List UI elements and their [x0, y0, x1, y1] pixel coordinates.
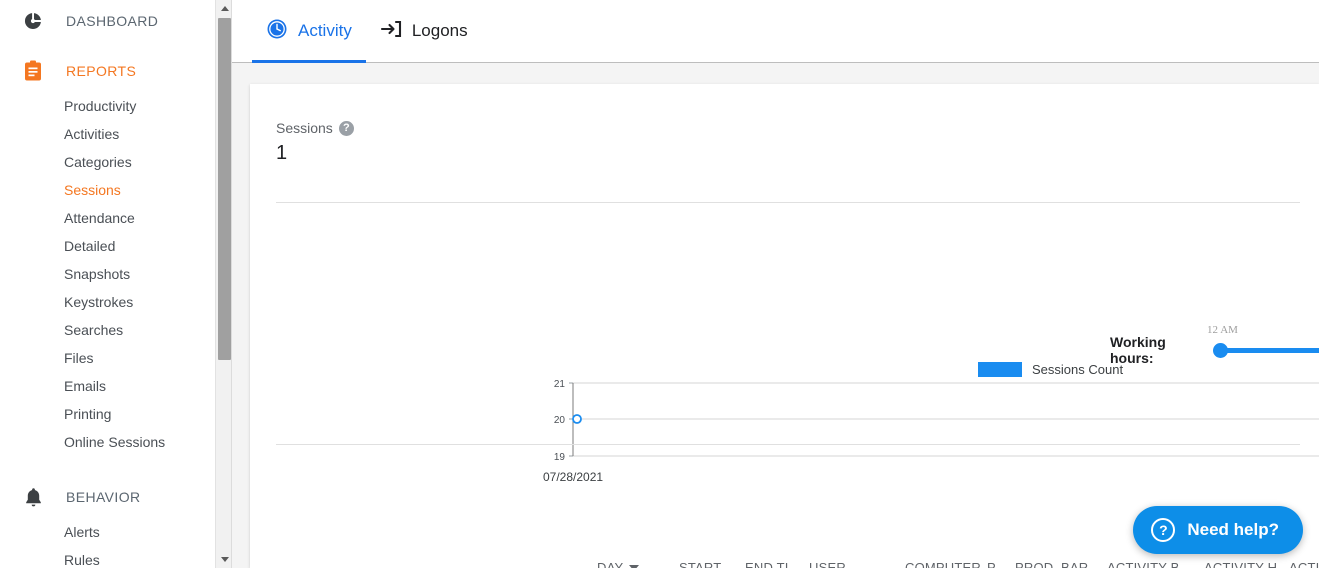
header-activity-bar[interactable]: ACTIVITY B... — [1107, 560, 1204, 568]
y-tick-19: 19 — [554, 452, 566, 463]
chevron-up-icon — [220, 6, 229, 11]
tab-activity-label: Activity — [298, 21, 352, 40]
tab-activity[interactable]: Activity — [252, 0, 366, 63]
sidebar-item-emails[interactable]: Emails — [0, 372, 232, 400]
x-axis-tick-label: 07/28/2021 — [543, 470, 604, 484]
header-day[interactable]: DAY — [597, 560, 679, 568]
y-tick-21: 21 — [554, 379, 566, 390]
sidebar-item-snapshots[interactable]: Snapshots — [0, 260, 232, 288]
clipboard-icon — [20, 60, 46, 82]
question-mark-icon[interactable]: ? — [338, 120, 354, 136]
scrollbar-down-button[interactable] — [216, 551, 232, 568]
scrollbar-up-button[interactable] — [216, 0, 232, 17]
sidebar-item-alerts[interactable]: Alerts — [0, 518, 232, 546]
header-computer[interactable]: COMPUTER — [905, 560, 987, 568]
main-content: Activity Logons Sessions ? 1 Working hou… — [232, 0, 1319, 568]
sidebar-item-files[interactable]: Files — [0, 344, 232, 372]
clock-icon — [266, 18, 288, 45]
sidebar-group-behavior-label: BEHAVIOR — [66, 489, 141, 505]
sidebar-group-dashboard-label: DASHBOARD — [66, 13, 159, 29]
header-start-time[interactable]: START... — [679, 560, 745, 568]
sessions-summary-label-row: Sessions ? — [276, 120, 1319, 136]
working-hours-control: Working hours: 12 AM 12 AM — [1110, 324, 1319, 366]
slider-handle-start[interactable] — [1213, 343, 1229, 358]
sidebar-item-online-sessions[interactable]: Online Sessions — [0, 428, 232, 456]
sidebar-item-productivity[interactable]: Productivity — [0, 92, 232, 120]
divider — [276, 444, 1300, 445]
tab-logons-label: Logons — [411, 21, 468, 40]
sidebar-item-printing[interactable]: Printing — [0, 400, 232, 428]
divider — [276, 202, 1300, 203]
sidebar-item-sessions[interactable]: Sessions — [0, 176, 232, 204]
working-hours-slider[interactable]: 12 AM 12 AM — [1207, 324, 1319, 358]
login-arrow-icon — [380, 18, 402, 45]
need-help-button[interactable]: ? Need help? — [1133, 506, 1303, 554]
sidebar-group-dashboard[interactable]: DASHBOARD — [0, 0, 232, 42]
chevron-down-icon — [220, 557, 229, 562]
scrollbar-thumb[interactable] — [218, 18, 231, 360]
table-header-row: DAY START... END TI... USER COMPUTER P..… — [543, 552, 1319, 568]
y-tick-20: 20 — [554, 415, 566, 426]
need-help-label: Need help? — [1187, 520, 1279, 539]
sessions-summary-value: 1 — [276, 142, 288, 164]
header-end-time[interactable]: END TI... — [745, 560, 809, 568]
sidebar-item-categories[interactable]: Categories — [0, 148, 232, 176]
bell-icon — [20, 487, 46, 508]
legend-label-sessions-count: Sessions Count — [1032, 362, 1124, 377]
legend-swatch-sessions-count[interactable] — [978, 362, 1022, 377]
sessions-line-chart: 21 20 19 — [543, 378, 1319, 466]
tab-logons[interactable]: Logons — [366, 0, 482, 62]
sidebar-item-rules[interactable]: Rules — [0, 546, 232, 568]
sidebar-scrollbar[interactable] — [215, 0, 232, 568]
pie-chart-icon — [20, 11, 46, 31]
sidebar-item-detailed[interactable]: Detailed — [0, 232, 232, 260]
question-circle-icon: ? — [1151, 518, 1176, 542]
header-day-label: DAY — [597, 560, 624, 568]
sidebar-item-attendance[interactable]: Attendance — [0, 204, 232, 232]
report-card: Sessions ? 1 Working hours: 12 AM 12 AM — [250, 84, 1319, 568]
slider-track — [1219, 348, 1319, 353]
working-hours-start-label: 12 AM — [1207, 324, 1238, 336]
header-prod-bar[interactable]: PROD. BAR — [1015, 560, 1107, 568]
header-activity-histogram[interactable]: ACTIVITY H... — [1204, 560, 1289, 568]
sidebar-group-behavior[interactable]: BEHAVIOR — [0, 476, 232, 518]
sidebar-group-reports[interactable]: REPORTS — [0, 50, 232, 92]
sidebar: DASHBOARD REPORTS Productivity Activitie… — [0, 0, 232, 568]
sidebar-item-activities[interactable]: Activities — [0, 120, 232, 148]
chart-legend: Sessions Count — [978, 362, 1123, 377]
sidebar-group-reports-label: REPORTS — [66, 63, 137, 79]
sidebar-item-keystrokes[interactable]: Keystrokes — [0, 288, 232, 316]
header-active-time[interactable]: ACTIVE ... — [1289, 560, 1319, 568]
sort-caret-down-icon — [629, 564, 640, 568]
sidebar-item-searches[interactable]: Searches — [0, 316, 232, 344]
working-hours-label: Working hours: — [1110, 334, 1166, 366]
sessions-table: DAY START... END TI... USER COMPUTER P..… — [543, 552, 1319, 568]
tab-bar: Activity Logons — [232, 0, 1319, 63]
app-root: DASHBOARD REPORTS Productivity Activitie… — [0, 0, 1319, 568]
header-productivity[interactable]: P... — [987, 560, 1015, 568]
header-user[interactable]: USER — [809, 560, 905, 568]
chart-data-point — [572, 414, 582, 424]
sessions-summary-label: Sessions — [276, 120, 333, 136]
